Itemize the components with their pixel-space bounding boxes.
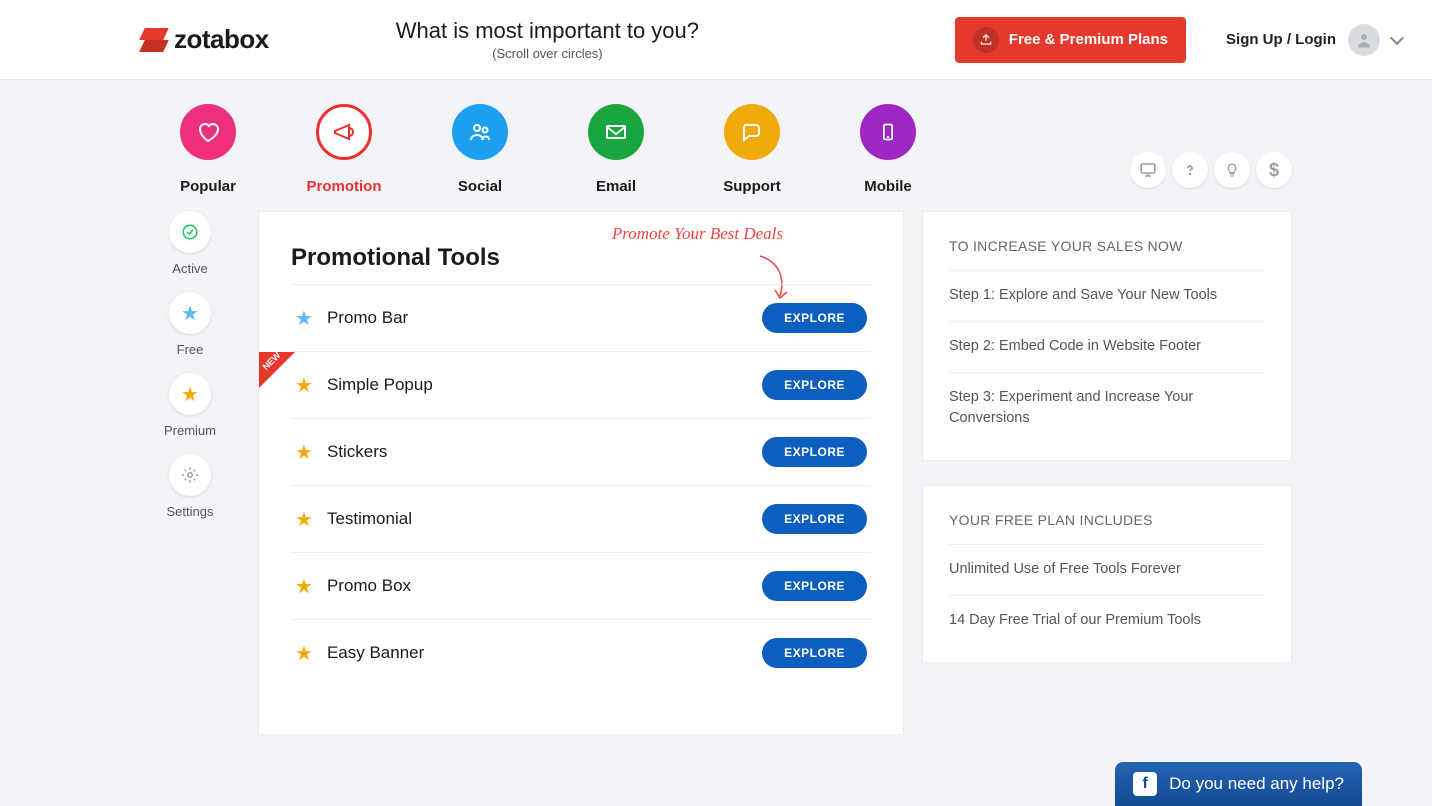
tool-name: Easy Banner — [327, 643, 424, 663]
increase-step[interactable]: Step 3: Experiment and Increase Your Con… — [949, 373, 1265, 431]
heart-icon — [180, 104, 236, 160]
rail-label: Settings — [140, 504, 240, 519]
avatar-icon — [1348, 24, 1380, 56]
category-promotion[interactable]: Promotion — [276, 104, 412, 195]
tool-name: Testimonial — [327, 509, 412, 529]
star-orange-icon: ★ — [295, 507, 313, 532]
phone-icon — [860, 104, 916, 160]
people-icon — [452, 104, 508, 160]
rail-label: Active — [140, 261, 240, 276]
category-label: Social — [412, 178, 548, 195]
tool-row: ★ Promo Bar EXPLORE — [291, 284, 871, 351]
category-social[interactable]: Social — [412, 104, 548, 195]
signup-login-label: Sign Up / Login — [1226, 31, 1336, 48]
increase-sales-card: TO INCREASE YOUR SALES NOW Step 1: Explo… — [922, 211, 1292, 461]
new-badge: NEW — [259, 352, 295, 388]
check-circle-icon — [169, 211, 211, 253]
explore-button[interactable]: EXPLORE — [762, 437, 867, 467]
dollar-icon[interactable]: $ — [1256, 152, 1292, 188]
tool-left: ★ Stickers — [295, 440, 387, 465]
body-columns: Active ★ Free ★ Premium Settings Promote… — [0, 211, 1432, 735]
tool-name: Simple Popup — [327, 375, 433, 395]
rail-item-premium[interactable]: ★ Premium — [140, 373, 240, 438]
category-label: Popular — [140, 178, 276, 195]
category-mobile[interactable]: Mobile — [820, 104, 956, 195]
star-orange-icon: ★ — [169, 373, 211, 415]
tool-name: Promo Bar — [327, 308, 408, 328]
tool-left: ★ Promo Bar — [295, 306, 408, 331]
gear-icon — [169, 454, 211, 496]
explore-button[interactable]: EXPLORE — [762, 638, 867, 668]
main-panel: Promote Your Best Deals Promotional Tool… — [258, 211, 904, 735]
star-orange-icon: ★ — [295, 440, 313, 465]
explore-button[interactable]: EXPLORE — [762, 504, 867, 534]
free-plan-item: Unlimited Use of Free Tools Forever — [949, 545, 1265, 596]
tool-left: ★ Promo Box — [295, 574, 411, 599]
help-icon[interactable] — [1172, 152, 1208, 188]
chat-icon — [724, 104, 780, 160]
help-fab[interactable]: f Do you need any help? — [1115, 762, 1362, 806]
category-label: Email — [548, 178, 684, 195]
share-icon — [973, 27, 999, 53]
tool-left: ★ Easy Banner — [295, 641, 424, 666]
plans-button[interactable]: Free & Premium Plans — [955, 17, 1186, 63]
category-row: Popular Promotion Social Email — [0, 80, 1432, 195]
star-blue-icon: ★ — [295, 306, 313, 331]
chevron-down-icon — [1390, 30, 1404, 44]
free-plan-title: YOUR FREE PLAN INCLUDES — [949, 512, 1265, 545]
category-popular[interactable]: Popular — [140, 104, 276, 195]
explore-button[interactable]: EXPLORE — [762, 571, 867, 601]
tool-row: ★ Promo Box EXPLORE — [291, 552, 871, 619]
category-email[interactable]: Email — [548, 104, 684, 195]
side-column: TO INCREASE YOUR SALES NOW Step 1: Explo… — [922, 211, 1292, 735]
tool-row: ★ Testimonial EXPLORE — [291, 485, 871, 552]
brand-logo[interactable]: zotabox — [140, 24, 269, 55]
explore-button[interactable]: EXPLORE — [762, 303, 867, 333]
increase-title: TO INCREASE YOUR SALES NOW — [949, 238, 1265, 271]
rail-label: Free — [140, 342, 240, 357]
tool-name: Promo Box — [327, 576, 411, 596]
top-header: zotabox What is most important to you? (… — [0, 0, 1432, 80]
tool-row: ★ Stickers EXPLORE — [291, 418, 871, 485]
envelope-icon — [588, 104, 644, 160]
increase-step[interactable]: Step 2: Embed Code in Website Footer — [949, 322, 1265, 373]
tool-list: ★Promo BarEXPLORENEW★Simple PopupEXPLORE… — [291, 284, 871, 686]
rail-label: Premium — [140, 423, 240, 438]
star-blue-icon: ★ — [169, 292, 211, 334]
rail-item-free[interactable]: ★ Free — [140, 292, 240, 357]
monitor-icon[interactable] — [1130, 152, 1166, 188]
utility-icons: $ — [1130, 152, 1292, 188]
rail-item-active[interactable]: Active — [140, 211, 240, 276]
category-support[interactable]: Support — [684, 104, 820, 195]
increase-step[interactable]: Step 1: Explore and Save Your New Tools — [949, 271, 1265, 322]
tool-name: Stickers — [327, 442, 387, 462]
star-orange-icon: ★ — [295, 373, 313, 398]
rail-item-settings[interactable]: Settings — [140, 454, 240, 519]
category-label: Support — [684, 178, 820, 195]
star-orange-icon: ★ — [295, 641, 313, 666]
megaphone-icon — [316, 104, 372, 160]
brand-name: zotabox — [174, 24, 269, 55]
logo-mark-icon — [140, 26, 168, 54]
tool-row: ★ Easy Banner EXPLORE — [291, 619, 871, 686]
help-text: Do you need any help? — [1169, 774, 1344, 794]
left-rail: Active ★ Free ★ Premium Settings — [140, 211, 240, 735]
lightbulb-icon[interactable] — [1214, 152, 1250, 188]
free-plan-card: YOUR FREE PLAN INCLUDES Unlimited Use of… — [922, 485, 1292, 663]
plans-button-label: Free & Premium Plans — [1009, 31, 1168, 48]
signup-login[interactable]: Sign Up / Login — [1226, 24, 1402, 56]
explore-button[interactable]: EXPLORE — [762, 370, 867, 400]
tagline: Promote Your Best Deals — [612, 224, 783, 244]
tool-row: NEW★Simple PopupEXPLORE — [291, 351, 871, 418]
tool-left: ★ Simple Popup — [295, 373, 433, 398]
star-orange-icon: ★ — [295, 574, 313, 599]
category-label: Promotion — [276, 178, 412, 195]
tool-left: ★ Testimonial — [295, 507, 412, 532]
free-plan-item: 14 Day Free Trial of our Premium Tools — [949, 596, 1265, 632]
category-label: Mobile — [820, 178, 956, 195]
facebook-icon: f — [1133, 772, 1157, 796]
